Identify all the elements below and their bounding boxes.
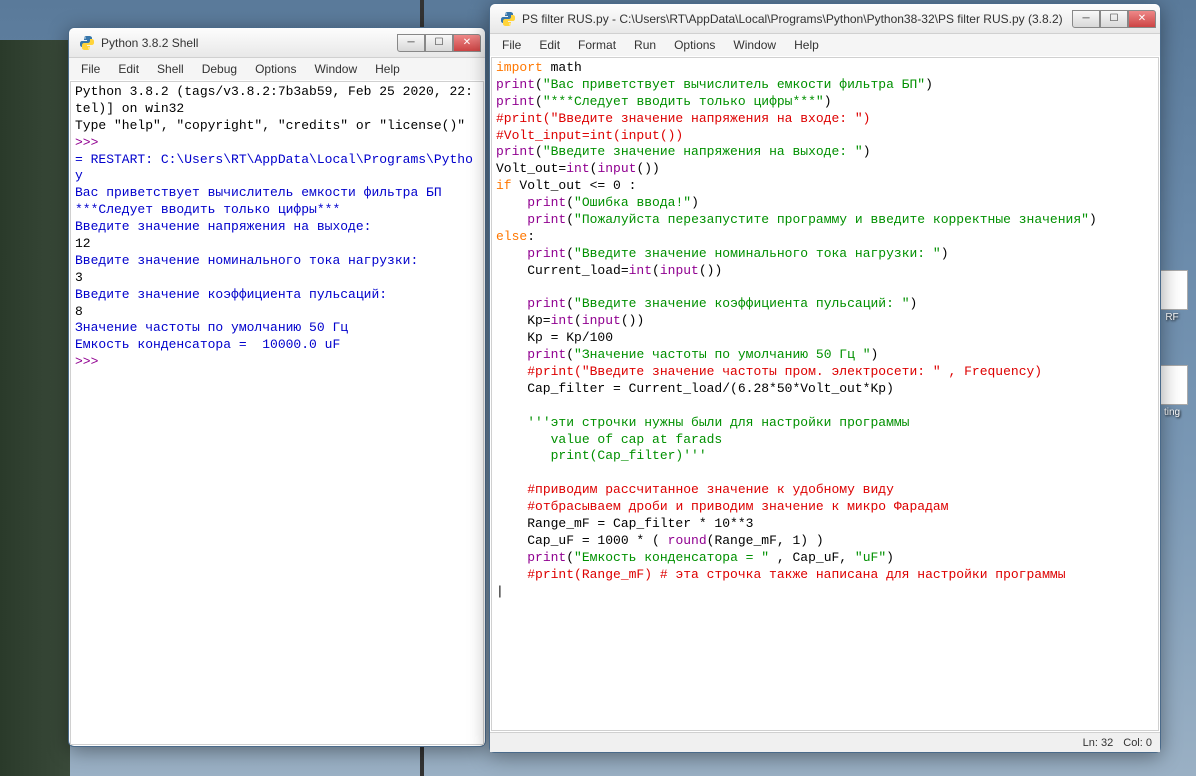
maximize-button[interactable]: ☐ bbox=[1100, 10, 1128, 28]
code-line: print("Вас приветствует вычислитель емко… bbox=[496, 77, 1154, 94]
code-line: print("Пожалуйста перезапустите программ… bbox=[496, 212, 1154, 229]
shell-window[interactable]: Python 3.8.2 Shell ─ ☐ ✕ FileEditShellDe… bbox=[68, 27, 486, 747]
code-line: Current_load=int(input()) bbox=[496, 263, 1154, 280]
menu-shell[interactable]: Shell bbox=[149, 60, 192, 78]
editor-statusbar: Ln: 32 Col: 0 bbox=[490, 732, 1160, 752]
editor-titlebar[interactable]: PS filter RUS.py - C:\Users\RT\AppData\L… bbox=[490, 4, 1160, 34]
shell-line: Введите значение номинального тока нагру… bbox=[75, 253, 479, 270]
shell-title: Python 3.8.2 Shell bbox=[101, 36, 397, 50]
shell-line: = RESTART: C:\Users\RT\AppData\Local\Pro… bbox=[75, 152, 479, 169]
shell-line: Вас приветствует вычислитель емкости фил… bbox=[75, 185, 479, 202]
code-line: Kp=int(input()) bbox=[496, 313, 1154, 330]
code-line: value of cap at farads bbox=[496, 432, 1154, 449]
code-line bbox=[496, 280, 1154, 297]
shell-line: Емкость конденсатора = 10000.0 uF bbox=[75, 337, 479, 354]
code-line: print("***Следует вводить только цифры**… bbox=[496, 94, 1154, 111]
shell-titlebar[interactable]: Python 3.8.2 Shell ─ ☐ ✕ bbox=[69, 28, 485, 58]
code-line: Range_mF = Cap_filter * 10**3 bbox=[496, 516, 1154, 533]
shell-line: Python 3.8.2 (tags/v3.8.2:7b3ab59, Feb 2… bbox=[75, 84, 479, 101]
menu-debug[interactable]: Debug bbox=[194, 60, 245, 78]
code-line: #print(Range_mF) # эта строчка также нап… bbox=[496, 567, 1154, 584]
editor-content[interactable]: import mathprint("Вас приветствует вычис… bbox=[491, 57, 1159, 731]
minimize-button[interactable]: ─ bbox=[397, 34, 425, 52]
shell-line: Type "help", "copyright", "credits" or "… bbox=[75, 118, 479, 135]
menu-file[interactable]: File bbox=[73, 60, 108, 78]
code-line: #print("Введите значение частоты пром. э… bbox=[496, 364, 1154, 381]
shell-line: >>> bbox=[75, 135, 479, 152]
menu-help[interactable]: Help bbox=[786, 36, 827, 54]
maximize-button[interactable]: ☐ bbox=[425, 34, 453, 52]
python-icon bbox=[500, 11, 516, 27]
status-col: Col: 0 bbox=[1123, 737, 1152, 749]
code-line: Volt_out=int(input()) bbox=[496, 161, 1154, 178]
code-line: Cap_filter = Current_load/(6.28*50*Volt_… bbox=[496, 381, 1154, 398]
code-line: Cap_uF = 1000 * ( round(Range_mF, 1) ) bbox=[496, 533, 1154, 550]
code-line: print("Емкость конденсатора = " , Cap_uF… bbox=[496, 550, 1154, 567]
menu-help[interactable]: Help bbox=[367, 60, 408, 78]
code-line bbox=[496, 465, 1154, 482]
shell-line: tel)] on win32 bbox=[75, 101, 479, 118]
shell-line: 8 bbox=[75, 304, 479, 321]
menu-window[interactable]: Window bbox=[306, 60, 365, 78]
shell-line: >>> bbox=[75, 354, 479, 371]
menu-file[interactable]: File bbox=[494, 36, 529, 54]
code-line: '''эти строчки нужны были для настройки … bbox=[496, 415, 1154, 432]
code-line: print("Введите значение напряжения на вы… bbox=[496, 144, 1154, 161]
background-truck bbox=[0, 40, 70, 776]
menu-options[interactable]: Options bbox=[247, 60, 304, 78]
shell-menubar: FileEditShellDebugOptionsWindowHelp bbox=[69, 58, 485, 80]
shell-line: 3 bbox=[75, 270, 479, 287]
close-button[interactable]: ✕ bbox=[1128, 10, 1156, 28]
menu-edit[interactable]: Edit bbox=[531, 36, 568, 54]
python-icon bbox=[79, 35, 95, 51]
code-line: print("Введите значение номинального ток… bbox=[496, 246, 1154, 263]
shell-line: ***Следует вводить только цифры*** bbox=[75, 202, 479, 219]
shell-line: Введите значение коэффициента пульсаций: bbox=[75, 287, 479, 304]
menu-run[interactable]: Run bbox=[626, 36, 664, 54]
editor-window[interactable]: PS filter RUS.py - C:\Users\RT\AppData\L… bbox=[489, 3, 1161, 753]
editor-title: PS filter RUS.py - C:\Users\RT\AppData\L… bbox=[522, 12, 1072, 26]
shell-line: y bbox=[75, 168, 479, 185]
code-line: #приводим рассчитанное значение к удобно… bbox=[496, 482, 1154, 499]
status-line: Ln: 32 bbox=[1083, 737, 1114, 749]
code-line bbox=[496, 398, 1154, 415]
editor-menubar: FileEditFormatRunOptionsWindowHelp bbox=[490, 34, 1160, 56]
menu-options[interactable]: Options bbox=[666, 36, 723, 54]
minimize-button[interactable]: ─ bbox=[1072, 10, 1100, 28]
menu-edit[interactable]: Edit bbox=[110, 60, 147, 78]
cursor: | bbox=[496, 584, 1154, 601]
code-line: #отбрасываем дроби и приводим значение к… bbox=[496, 499, 1154, 516]
shell-line: 12 bbox=[75, 236, 479, 253]
code-line: else: bbox=[496, 229, 1154, 246]
code-line: print(Cap_filter)''' bbox=[496, 448, 1154, 465]
code-line: if Volt_out <= 0 : bbox=[496, 178, 1154, 195]
code-line: #print("Введите значение напряжения на в… bbox=[496, 111, 1154, 128]
code-line: print("Значение частоты по умолчанию 50 … bbox=[496, 347, 1154, 364]
shell-content[interactable]: Python 3.8.2 (tags/v3.8.2:7b3ab59, Feb 2… bbox=[70, 81, 484, 745]
code-line: print("Ошибка ввода!") bbox=[496, 195, 1154, 212]
code-line: print("Введите значение коэффициента пул… bbox=[496, 296, 1154, 313]
menu-window[interactable]: Window bbox=[725, 36, 784, 54]
code-line: #Volt_input=int(input()) bbox=[496, 128, 1154, 145]
shell-line: Введите значение напряжения на выходе: bbox=[75, 219, 479, 236]
code-line: import math bbox=[496, 60, 1154, 77]
menu-format[interactable]: Format bbox=[570, 36, 624, 54]
code-line: Kp = Kp/100 bbox=[496, 330, 1154, 347]
close-button[interactable]: ✕ bbox=[453, 34, 481, 52]
shell-line: Значение частоты по умолчанию 50 Гц bbox=[75, 320, 479, 337]
